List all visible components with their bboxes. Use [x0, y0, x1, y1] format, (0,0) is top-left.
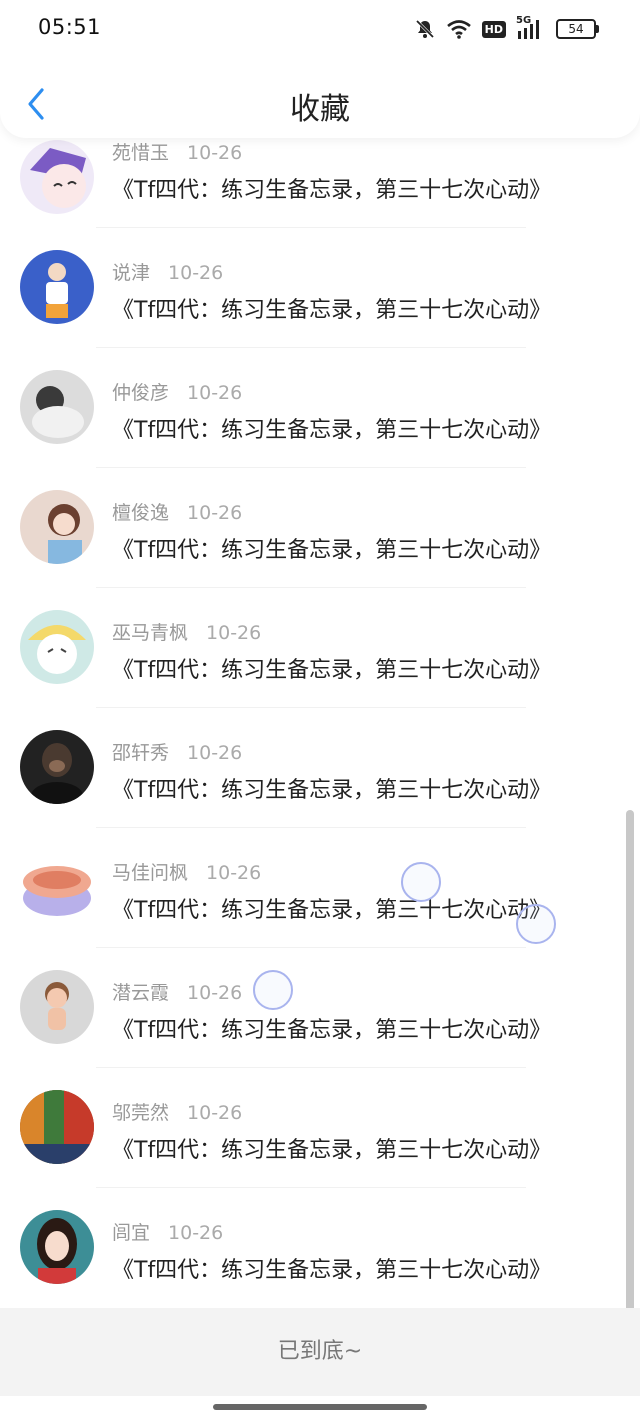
item-title: 《Tf四代：练习生备忘录，第三十七次心动》 [112, 778, 552, 803]
app-header: 05:51 HD 5G 54 收藏 [0, 0, 640, 138]
author-name: 檀俊逸 [112, 502, 170, 524]
avatar [20, 970, 94, 1044]
avatar [20, 490, 94, 564]
avatar [20, 1210, 94, 1284]
post-date: 10-26 [187, 1102, 243, 1124]
end-of-list-footer: 已到底~ [0, 1308, 640, 1396]
mute-bell-icon [415, 19, 434, 39]
avatar [20, 140, 94, 214]
author-name: 潜云霞 [112, 982, 170, 1004]
list-item[interactable]: 巫马青枫 10-26 《Tf四代：练习生备忘录，第三十七次心动》 [0, 588, 640, 708]
avatar [20, 370, 94, 444]
author-name: 说津 [112, 262, 151, 284]
status-time: 05:51 [38, 15, 102, 39]
author-line: 潜云霞 10-26 [112, 978, 242, 1005]
status-bar: 05:51 HD 5G 54 [0, 0, 640, 58]
post-date: 10-26 [187, 502, 243, 524]
author-name: 邵轩秀 [112, 742, 170, 764]
item-title: 《Tf四代：练习生备忘录，第三十七次心动》 [112, 898, 552, 923]
list-item[interactable]: 邵轩秀 10-26 《Tf四代：练习生备忘录，第三十七次心动》 [0, 708, 640, 828]
page-title: 收藏 [290, 92, 350, 127]
item-title: 《Tf四代：练习生备忘录，第三十七次心动》 [112, 658, 552, 683]
author-name: 巫马青枫 [112, 622, 189, 644]
item-title: 《Tf四代：练习生备忘录，第三十七次心动》 [112, 298, 552, 323]
item-title: 《Tf四代：练习生备忘录，第三十七次心动》 [112, 1258, 552, 1283]
status-icons: HD 5G 54 [414, 15, 599, 42]
author-line: 邬莞然 10-26 [112, 1098, 242, 1125]
touch-indicator [253, 970, 293, 1010]
home-indicator[interactable] [213, 1404, 427, 1410]
item-title: 《Tf四代：练习生备忘录，第三十七次心动》 [112, 178, 552, 203]
list-item[interactable]: 仲俊彦 10-26 《Tf四代：练习生备忘录，第三十七次心动》 [0, 348, 640, 468]
author-name: 苑惜玉 [112, 142, 170, 164]
author-name: 仲俊彦 [112, 382, 170, 404]
post-date: 10-26 [206, 622, 262, 644]
item-title: 《Tf四代：练习生备忘录，第三十七次心动》 [112, 418, 552, 443]
author-line: 仲俊彦 10-26 [112, 378, 242, 405]
list-item[interactable]: 檀俊逸 10-26 《Tf四代：练习生备忘录，第三十七次心动》 [0, 468, 640, 588]
wifi-icon [446, 20, 471, 39]
battery-icon: 54 [556, 19, 599, 39]
author-name: 马佳问枫 [112, 862, 189, 884]
list-item[interactable]: 闾宜 10-26 《Tf四代：练习生备忘录，第三十七次心动》 [0, 1188, 640, 1308]
avatar [20, 250, 94, 324]
author-line: 说津 10-26 [112, 258, 223, 285]
author-line: 檀俊逸 10-26 [112, 498, 242, 525]
post-date: 10-26 [187, 742, 243, 764]
author-name: 邬莞然 [112, 1102, 170, 1124]
hd-icon: HD [481, 20, 506, 38]
touch-indicator [516, 904, 556, 944]
list-item[interactable]: 邬莞然 10-26 《Tf四代：练习生备忘录，第三十七次心动》 [0, 1068, 640, 1188]
avatar [20, 730, 94, 804]
post-date: 10-26 [187, 982, 243, 1004]
post-date: 10-26 [187, 382, 243, 404]
post-date: 10-26 [187, 142, 243, 164]
author-line: 苑惜玉 10-26 [112, 138, 242, 165]
avatar [20, 850, 94, 924]
item-title: 《Tf四代：练习生备忘录，第三十七次心动》 [112, 538, 552, 563]
avatar [20, 1090, 94, 1164]
post-date: 10-26 [206, 862, 262, 884]
author-line: 邵轩秀 10-26 [112, 738, 242, 765]
item-title: 《Tf四代：练习生备忘录，第三十七次心动》 [112, 1138, 552, 1163]
avatar [20, 610, 94, 684]
list-item[interactable]: 潜云霞 10-26 《Tf四代：练习生备忘录，第三十七次心动》 [0, 948, 640, 1068]
5g-signal-icon: 5G [516, 15, 546, 40]
post-date: 10-26 [168, 262, 224, 284]
author-name: 闾宜 [112, 1222, 151, 1244]
author-line: 闾宜 10-26 [112, 1218, 223, 1245]
post-date: 10-26 [168, 1222, 224, 1244]
touch-indicator [401, 862, 441, 902]
author-line: 马佳问枫 10-26 [112, 858, 261, 885]
author-line: 巫马青枫 10-26 [112, 618, 261, 645]
item-title: 《Tf四代：练习生备忘录，第三十七次心动》 [112, 1018, 552, 1043]
list-item[interactable]: 说津 10-26 《Tf四代：练习生备忘录，第三十七次心动》 [0, 228, 640, 348]
